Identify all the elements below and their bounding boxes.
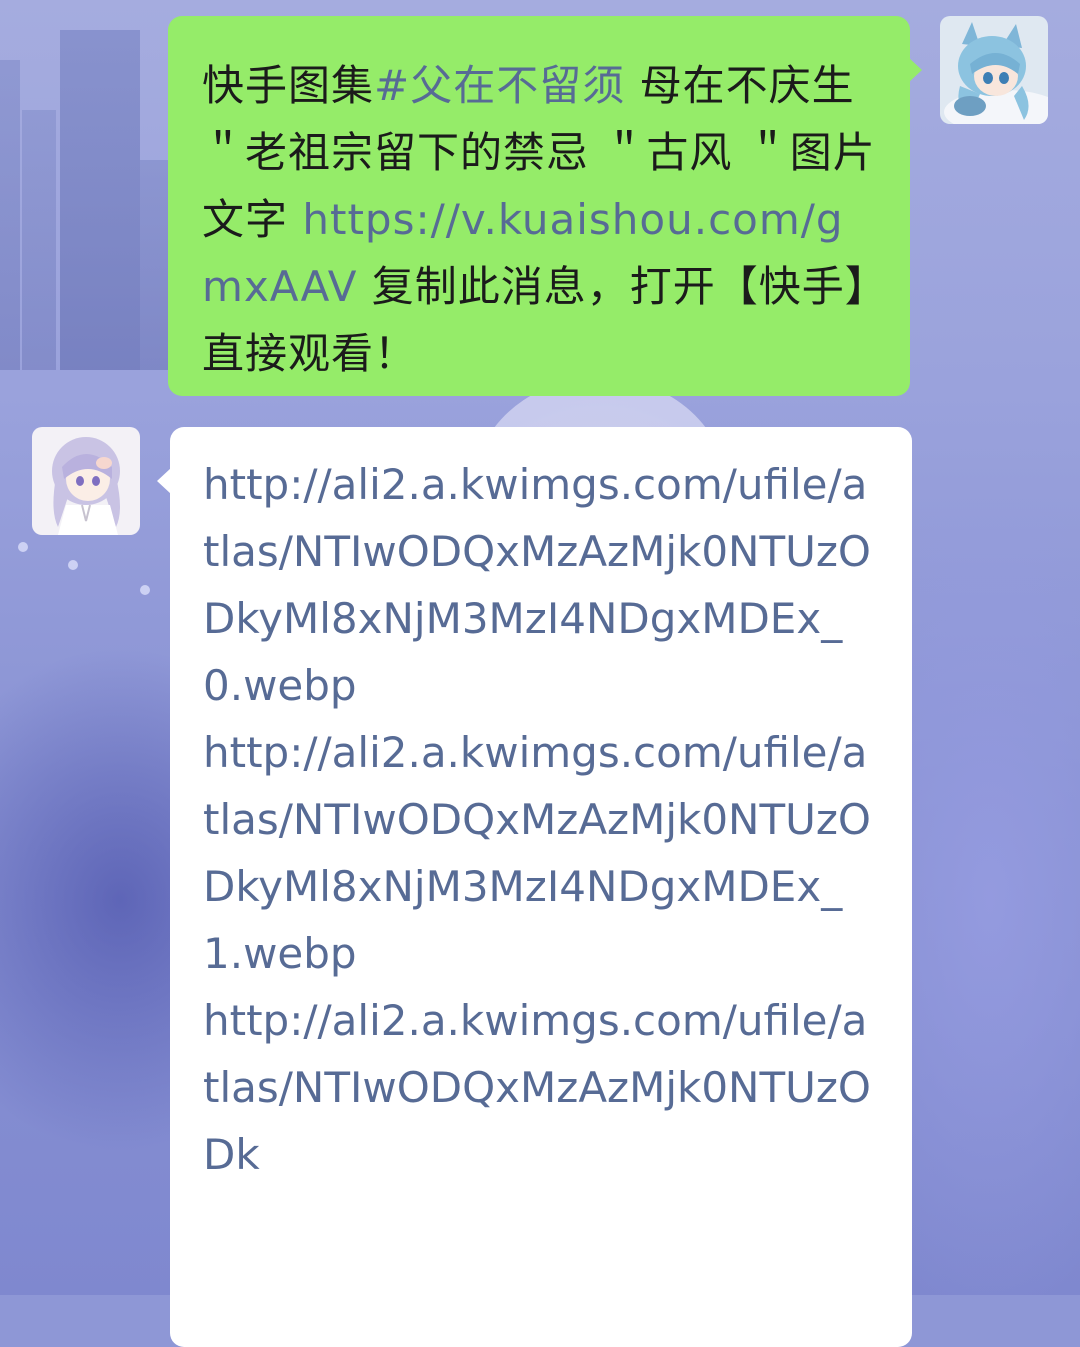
bubble-tail <box>157 468 171 494</box>
anime-girl-lavender-hair-avatar-icon <box>32 427 140 535</box>
incoming-message-bubble[interactable]: http://ali2.a.kwimgs.com/ufile/atlas/NTI… <box>170 427 912 1347</box>
background-building <box>0 60 20 370</box>
background-building <box>60 30 140 370</box>
message-text: 快手图集 <box>202 61 375 110</box>
image-url-link[interactable]: http://ali2.a.kwimgs.com/ufile/atlas/NTI… <box>203 451 882 719</box>
background-building <box>140 160 170 370</box>
avatar-contact[interactable] <box>32 427 140 535</box>
hashtag-link[interactable]: #父在不留须 <box>374 61 625 110</box>
image-url-link[interactable]: http://ali2.a.kwimgs.com/ufile/atlas/NTI… <box>203 987 882 1188</box>
anime-girl-blue-hair-avatar-icon <box>940 16 1048 124</box>
background-light <box>68 560 78 570</box>
avatar-self[interactable] <box>940 16 1048 124</box>
image-url-link[interactable]: http://ali2.a.kwimgs.com/ufile/atlas/NTI… <box>203 719 882 987</box>
background-light <box>140 585 150 595</box>
background-building <box>22 110 56 370</box>
background-light <box>18 542 28 552</box>
bubble-tail <box>908 57 922 83</box>
outgoing-message-bubble[interactable]: 快手图集#父在不留须 母在不庆生 ＂老祖宗留下的禁忌 ＂古风 ＂图片文字 htt… <box>168 16 910 396</box>
